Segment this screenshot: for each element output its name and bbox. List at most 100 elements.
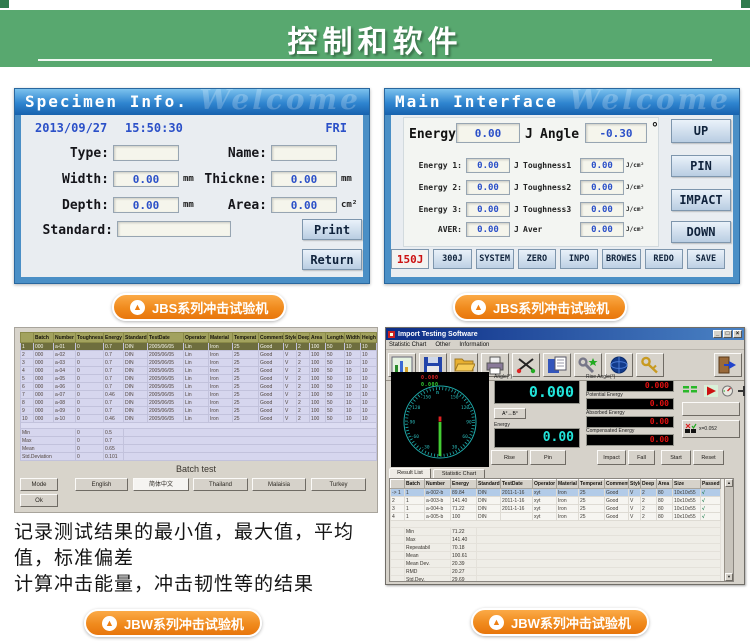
cell: 0 — [76, 415, 104, 423]
meter-icon[interactable] — [721, 384, 737, 397]
bottom-button-system[interactable]: SYSTEM — [476, 249, 514, 269]
maximize-button[interactable]: □ — [723, 330, 732, 338]
table-row[interactable]: 31a-004-b71.22DIN2011-1-16xytIron25GoodV… — [391, 505, 721, 513]
value-field[interactable]: 0.00 — [271, 197, 337, 213]
bottom-button-150j[interactable]: 150J — [391, 249, 429, 269]
tab-statistic-chart[interactable]: Statistic Chart — [433, 469, 485, 478]
side-button-down[interactable]: DOWN — [671, 221, 731, 243]
cell: 100 — [310, 383, 326, 391]
menu-statistic-chart[interactable]: Statistic Chart — [389, 342, 426, 348]
cell: 0.7 — [104, 359, 124, 367]
bottom-button-300j[interactable]: 300J — [433, 249, 471, 269]
description-line: 记录测试结果的最小值，最大值，平均值，标准偏差 — [14, 520, 370, 572]
row-value-field[interactable]: 0.00 — [466, 180, 510, 195]
table-row[interactable]: 9000a-0900.7DIN2005/06/05LinIron25GoodV2… — [21, 407, 377, 415]
exit-icon[interactable] — [714, 353, 742, 377]
tab-result-list[interactable]: Result List — [389, 468, 431, 478]
side-button-pin[interactable]: PIN — [671, 155, 731, 177]
window-titlebar[interactable]: Import Testing Software _□× — [386, 328, 744, 340]
value-field[interactable]: 0.00 — [271, 171, 337, 187]
scroll-down-button[interactable]: ▼ — [725, 573, 733, 581]
table-row[interactable]: 7000a-0700.46DIN2005/06/05LinIron25GoodV… — [21, 391, 377, 399]
button-pin[interactable]: Pin — [530, 450, 566, 465]
jbw-badge-left[interactable]: ▲ JBW系列冲击试验机 — [84, 609, 262, 637]
cell: Lin — [184, 367, 209, 375]
cell: xyt — [533, 505, 557, 513]
cell: 000 — [34, 415, 54, 423]
steps-icon[interactable] — [682, 384, 698, 397]
value-field[interactable] — [271, 145, 337, 161]
side-button-impact[interactable]: IMPACT — [671, 189, 731, 211]
side-button-up[interactable]: UP — [671, 119, 731, 143]
value-field[interactable]: 0.00 — [113, 197, 179, 213]
row-value-field[interactable]: 0.00 — [466, 222, 510, 237]
table-row[interactable]: 1000a-0100.7DIN2005/06/05LinIron25GoodV2… — [21, 343, 377, 351]
ab-toggle-button[interactable]: A°↔B° — [494, 408, 526, 419]
button-fall[interactable]: Fall — [628, 450, 655, 465]
cell: Lin — [184, 415, 209, 423]
cell: 6 — [21, 383, 34, 391]
table-row[interactable]: 6000a-0600.7DIN2005/06/05LinIron25GoodV2… — [21, 383, 377, 391]
button-impact[interactable]: Impact — [597, 450, 626, 465]
energy-field[interactable]: 0.00 — [456, 123, 520, 143]
jbw-badge-right[interactable]: ▲ JBW系列冲击试验机 — [471, 608, 649, 636]
close-button[interactable]: × — [733, 330, 742, 338]
button-reset[interactable]: Reset — [693, 450, 724, 465]
bottom-button-zero[interactable]: ZERO — [518, 249, 556, 269]
row-value-field[interactable]: 0.00 — [580, 222, 624, 237]
minimize-button[interactable]: _ — [713, 330, 722, 338]
table-row[interactable]: 3000a-0300.7DIN2005/06/05LinIron25GoodV2… — [21, 359, 377, 367]
table-row[interactable]: 41a-005-b100DINxytIron25GoodV28010x10x55… — [391, 513, 721, 521]
value-field[interactable] — [113, 145, 179, 161]
menu-other[interactable]: Other — [435, 342, 450, 348]
play-icon[interactable] — [704, 384, 720, 397]
button-language-5[interactable]: Turkey — [311, 478, 366, 491]
angle-label: Angle — [540, 127, 579, 142]
row-value-field[interactable]: 0.00 — [580, 180, 624, 195]
table-row[interactable]: 2000a-0200.7DIN2005/06/05LinIron25GoodV2… — [21, 351, 377, 359]
row-value-field[interactable]: 0.00 — [466, 202, 510, 217]
table-row[interactable]: -> 11a-002-b89.84DIN2011-1-16xytIron25Go… — [391, 489, 721, 497]
cell: 10 — [361, 399, 377, 407]
button-language-1[interactable]: English — [75, 478, 128, 491]
table-row[interactable]: 8000a-0800.7DIN2005/06/05LinIron25GoodV2… — [21, 399, 377, 407]
standard-field[interactable] — [117, 221, 231, 237]
value-field[interactable]: 0.00 — [113, 171, 179, 187]
table-row[interactable]: 5000a-0500.7DIN2005/06/05LinIron25GoodV2… — [21, 375, 377, 383]
table-row[interactable]: 21a-003-b141.40DIN2011-1-16xytIron25Good… — [391, 497, 721, 505]
cell: 0 — [76, 375, 104, 383]
calibrate-icon[interactable] — [512, 353, 540, 377]
row-value-field[interactable]: 0.00 — [580, 202, 624, 217]
button-start[interactable]: Start — [661, 450, 691, 465]
return-button[interactable]: Return — [302, 249, 362, 270]
jbs-badge-left[interactable]: ▲ JBS系列冲击试验机 — [112, 293, 286, 321]
table-row[interactable]: 4000a-0400.7DIN2005/06/05LinIron25GoodV2… — [21, 367, 377, 375]
cell: 10 — [345, 391, 361, 399]
button-language-2[interactable]: 简体中文 — [133, 478, 189, 491]
bottom-button-save[interactable]: SAVE — [687, 249, 725, 269]
button-language-4[interactable]: Malaisia — [252, 478, 306, 491]
vertical-scrollbar[interactable]: ▲ ▼ — [724, 479, 733, 581]
angle-field[interactable]: -0.30 — [585, 123, 647, 143]
end-icon[interactable] — [736, 384, 750, 397]
row-value-field[interactable]: 0.00 — [466, 158, 510, 173]
print-button[interactable]: Print — [302, 219, 362, 240]
column-header: Comment — [605, 480, 629, 489]
jbs-badge-right[interactable]: ▲ JBS系列冲击试验机 — [453, 293, 627, 321]
button-mode[interactable]: Mode — [20, 478, 58, 491]
button-language-3[interactable]: Thailand — [193, 478, 248, 491]
bottom-button-inpo[interactable]: INPO — [560, 249, 598, 269]
coefficient-value: x=0.052 — [699, 426, 717, 432]
menu-information[interactable]: Information — [459, 342, 489, 348]
button-rise[interactable]: Rise — [491, 450, 528, 465]
bottom-button-redo[interactable]: REDO — [645, 249, 683, 269]
ok-button[interactable]: Ok — [20, 494, 58, 507]
row-value-field[interactable]: 0.00 — [580, 158, 624, 173]
readout-group: Energy0.00JAngle-0.30°Energy 1:0.00JToug… — [403, 117, 659, 247]
export-icon[interactable] — [543, 353, 571, 377]
cell: 0.7 — [104, 351, 124, 359]
scroll-up-button[interactable]: ▲ — [725, 479, 733, 487]
table-row[interactable]: 10000a-1000.46DIN2005/06/05LinIron25Good… — [21, 415, 377, 423]
field-value: 0.00 — [475, 127, 502, 140]
bottom-button-browes[interactable]: BROWES — [602, 249, 640, 269]
